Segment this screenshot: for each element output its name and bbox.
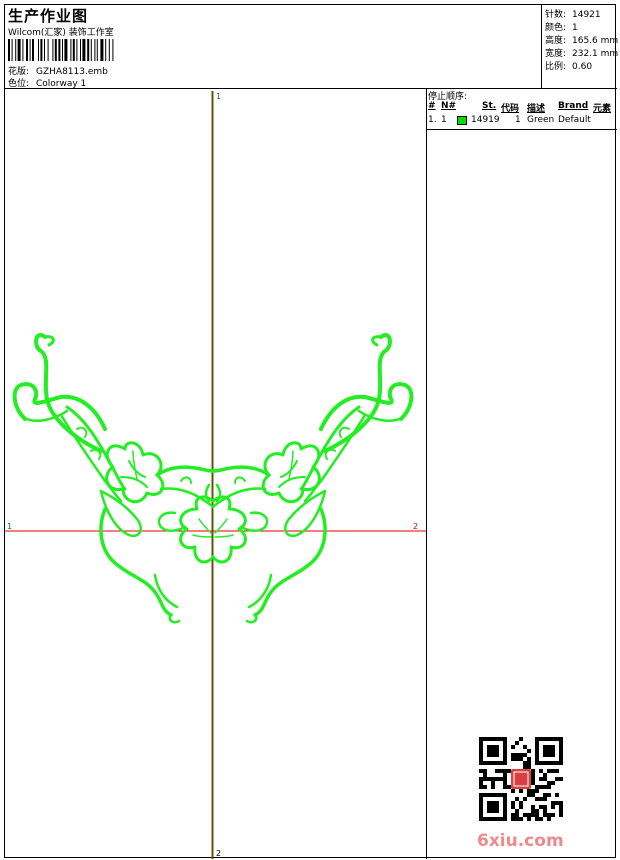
stat-colors: 颜色: 1: [545, 20, 578, 33]
stat-scale: 比例: 0.60: [545, 59, 592, 72]
col-index: #: [428, 101, 436, 111]
design-stats: 针数: 14921 颜色: 1 高度: 165.6 mm 宽度: 232.1 mm 比例…: [542, 5, 618, 89]
thread-color-swatch: [457, 116, 467, 125]
company-name: Wilcom(汇家) 装饰工作室: [8, 28, 114, 38]
stat-height: 高度: 165.6 mm: [545, 33, 618, 46]
stat-label: 高度:: [545, 36, 567, 46]
col-description: 描述: [527, 104, 546, 114]
axis-label-left: 1: [7, 522, 12, 531]
design-left-half: [12, 333, 215, 624]
col-stitches: St.: [482, 101, 497, 111]
colorway-value: Colorway 1: [36, 79, 87, 89]
colorway-field: 色位: Colorway 1: [8, 76, 86, 89]
stop-sequence-panel: 停止顺序: # N# St. 代码 描述 Brand 元素 1. 1 14919…: [427, 89, 617, 859]
header-panel: 生产作业图 Wilcom(汇家) 装饰工作室 花版: GZHA8113.emb 色…: [5, 5, 542, 89]
stat-label: 针数:: [545, 10, 567, 20]
colorway-label: 色位:: [8, 79, 30, 89]
row-needle: 1: [441, 115, 447, 125]
design-preview-canvas: 1 2 1 2: [5, 89, 427, 859]
col-needle: N#: [441, 101, 457, 111]
stop-sequence-row: 1. 1 14919 1 Green Default: [427, 115, 617, 127]
col-brand: Brand: [558, 101, 589, 111]
design-right-half: [211, 332, 414, 625]
barcode: [8, 39, 114, 61]
design-preview-svg: 1 2 1 2: [5, 91, 426, 859]
row-code: 1: [515, 115, 521, 125]
row-description: Green: [527, 115, 555, 125]
row-brand: Default: [558, 115, 591, 125]
stat-label: 宽度:: [545, 49, 567, 59]
axis-label-bottom: 2: [216, 849, 221, 858]
axis-label-top: 1: [216, 92, 221, 101]
stat-value: 14921: [572, 10, 601, 20]
row-index: 1.: [428, 115, 437, 125]
stat-value: 232.1 mm: [572, 49, 619, 59]
stat-label: 比例:: [545, 62, 567, 72]
stop-sequence-divider: [427, 129, 617, 130]
sheet-title: 生产作业图: [8, 7, 89, 25]
stat-stitches: 针数: 14921: [545, 7, 601, 20]
watermark-logo: 6xiu.com: [477, 831, 564, 851]
col-code: 代码: [501, 104, 520, 114]
stat-value: 165.6 mm: [572, 36, 619, 46]
axis-label-right: 2: [413, 522, 418, 531]
stat-value: 0.60: [572, 62, 593, 72]
row-stitches: 14919: [471, 115, 500, 125]
col-element: 元素: [593, 104, 612, 114]
stat-value: 1: [572, 23, 578, 33]
stop-sequence-header: # N# St. 代码 描述 Brand 元素: [427, 101, 617, 114]
production-worksheet: 生产作业图 Wilcom(汇家) 装饰工作室 花版: GZHA8113.emb 色…: [4, 4, 618, 859]
stat-label: 颜色:: [545, 23, 567, 33]
qr-code: [479, 737, 563, 821]
stat-width: 宽度: 232.1 mm: [545, 46, 618, 59]
